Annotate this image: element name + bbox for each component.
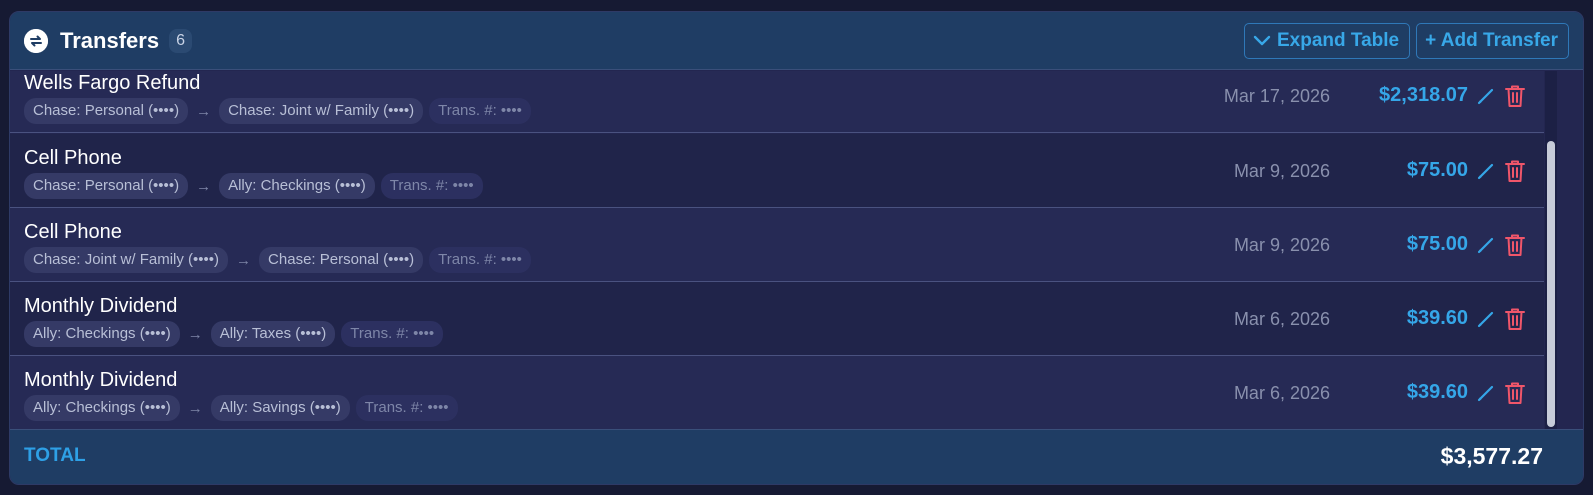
to-account-chip: Ally: Checkings (••••)	[219, 173, 375, 199]
transfer-title: Wells Fargo Refund	[24, 72, 201, 94]
table-row[interactable]: Wells Fargo Refund Chase: Personal (••••…	[10, 71, 1544, 133]
transfer-accounts: Ally: Checkings (••••) → Ally: Taxes (••…	[24, 321, 444, 347]
table-row[interactable]: Cell Phone Chase: Joint w/ Family (••••)…	[10, 208, 1544, 282]
scrollbar[interactable]	[1545, 71, 1557, 429]
add-transfer-button[interactable]: + Add Transfer	[1416, 22, 1569, 59]
transaction-number-chip: Trans. #: ••••	[355, 395, 458, 421]
transfer-date: Mar 6, 2026	[1233, 383, 1330, 403]
transfer-amount: $39.60	[1406, 381, 1468, 403]
trash-icon[interactable]	[1504, 159, 1526, 183]
transfers-list[interactable]: Wells Fargo Refund Chase: Personal (••••…	[10, 71, 1544, 429]
pencil-icon[interactable]	[1476, 235, 1496, 255]
trash-icon[interactable]	[1504, 307, 1526, 331]
transaction-number-chip: Trans. #: ••••	[380, 173, 483, 199]
transfer-amount: $2,318.07	[1379, 84, 1468, 106]
transfer-date: Mar 6, 2026	[1233, 309, 1330, 329]
arrow-right-icon: →	[187, 399, 203, 417]
to-account-chip: Chase: Personal (••••)	[259, 247, 424, 273]
total-label: TOTAL	[24, 445, 86, 466]
transfer-title: Monthly Dividend	[24, 295, 178, 317]
from-account-chip: Chase: Personal (••••)	[24, 173, 189, 199]
transfer-title: Cell Phone	[24, 221, 122, 243]
transfer-date: Mar 9, 2026	[1233, 161, 1330, 181]
scrollbar-thumb[interactable]	[1547, 141, 1555, 427]
transfer-title: Monthly Dividend	[24, 369, 178, 391]
to-account-chip: Ally: Taxes (••••)	[210, 321, 336, 347]
arrow-right-icon: →	[236, 251, 252, 269]
transfer-amount: $75.00	[1406, 233, 1468, 255]
arrow-right-icon: →	[196, 177, 212, 195]
transaction-number-chip: Trans. #: ••••	[341, 321, 444, 347]
arrow-right-icon: →	[196, 102, 212, 120]
transfer-title: Cell Phone	[24, 147, 122, 169]
total-amount: $3,577.27	[1440, 443, 1543, 469]
to-account-chip: Ally: Savings (••••)	[210, 395, 350, 421]
chevron-down-icon	[1253, 35, 1271, 47]
trash-icon[interactable]	[1504, 233, 1526, 257]
pencil-icon[interactable]	[1476, 86, 1496, 106]
transfers-panel: Transfers 6 Expand Table + Add Transfer …	[9, 11, 1584, 485]
pencil-icon[interactable]	[1476, 383, 1496, 403]
transfer-accounts: Chase: Personal (••••) → Ally: Checkings…	[24, 173, 483, 199]
table-row[interactable]: Monthly Dividend Ally: Checkings (••••) …	[10, 356, 1544, 429]
add-transfer-label: + Add Transfer	[1425, 29, 1558, 51]
transaction-number-chip: Trans. #: ••••	[429, 98, 531, 124]
pencil-icon[interactable]	[1476, 309, 1496, 329]
count-badge: 6	[169, 28, 192, 53]
transfer-amount: $75.00	[1406, 159, 1468, 181]
table-row[interactable]: Monthly Dividend Ally: Checkings (••••) …	[10, 282, 1544, 356]
to-account-chip: Chase: Joint w/ Family (••••)	[219, 98, 424, 124]
from-account-chip: Chase: Personal (••••)	[24, 98, 189, 124]
pencil-icon[interactable]	[1476, 161, 1496, 181]
transfer-date: Mar 9, 2026	[1233, 235, 1330, 255]
transaction-number-chip: Trans. #: ••••	[429, 247, 531, 273]
expand-table-label: Expand Table	[1277, 29, 1400, 51]
transfer-accounts: Chase: Personal (••••) → Chase: Joint w/…	[24, 98, 531, 124]
table-row[interactable]: Cell Phone Chase: Personal (••••) → Ally…	[10, 134, 1544, 208]
panel-footer: TOTAL $3,577.27	[10, 429, 1583, 484]
trash-icon[interactable]	[1504, 381, 1526, 405]
from-account-chip: Chase: Joint w/ Family (••••)	[24, 247, 229, 273]
transfer-amount: $39.60	[1406, 307, 1468, 329]
arrow-right-icon: →	[187, 325, 203, 343]
from-account-chip: Ally: Checkings (••••)	[24, 321, 180, 347]
transfer-accounts: Ally: Checkings (••••) → Ally: Savings (…	[24, 395, 458, 421]
trash-icon[interactable]	[1504, 84, 1526, 108]
panel-header: Transfers 6 Expand Table + Add Transfer	[10, 12, 1583, 70]
expand-table-button[interactable]: Expand Table	[1244, 22, 1411, 59]
transfer-icon	[24, 28, 48, 53]
transfer-date: Mar 17, 2026	[1223, 86, 1330, 106]
from-account-chip: Ally: Checkings (••••)	[24, 395, 180, 421]
page-title: Transfers	[60, 27, 160, 53]
transfer-accounts: Chase: Joint w/ Family (••••) → Chase: P…	[24, 247, 531, 273]
